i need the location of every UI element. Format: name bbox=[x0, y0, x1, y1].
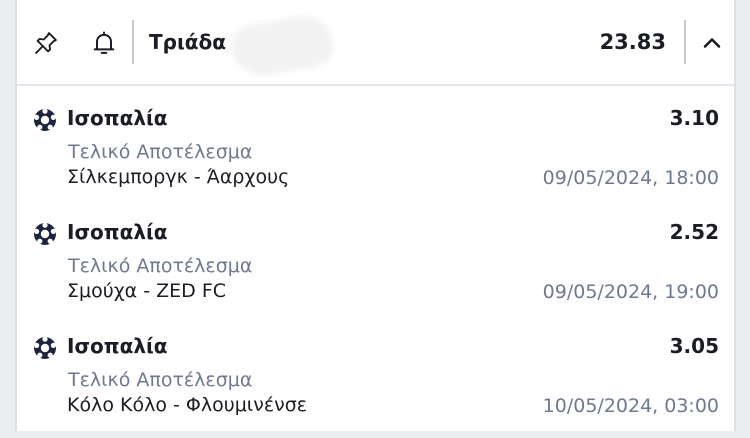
selection-datetime: 09/05/2024, 18:00 bbox=[542, 167, 719, 189]
selection-datetime: 10/05/2024, 03:00 bbox=[542, 395, 719, 417]
soccer-ball-icon bbox=[33, 108, 57, 132]
bet-slip-header: Τριάδα 23.83 bbox=[17, 0, 734, 86]
selection-outcome: Ισοπαλία bbox=[67, 334, 168, 358]
chevron-up-icon[interactable] bbox=[695, 26, 729, 60]
selection-outcome: Ισοπαλία bbox=[67, 220, 168, 244]
selection-market: Τελικό Αποτέλεσμα bbox=[68, 141, 253, 163]
selection-match: Σμούχα - ZED FC bbox=[67, 280, 227, 302]
selection-odds: 3.05 bbox=[669, 334, 719, 358]
selection-market: Τελικό Αποτέλεσμα bbox=[68, 369, 253, 391]
header-divider-left bbox=[132, 20, 134, 64]
selection-odds: 2.52 bbox=[669, 220, 719, 244]
soccer-ball-icon bbox=[33, 336, 57, 360]
selection-datetime: 09/05/2024, 19:00 bbox=[542, 281, 719, 303]
bell-icon[interactable] bbox=[87, 26, 121, 60]
bet-slip-card: Τριάδα 23.83 Ισοπαλία 3.10 Τελικό Αποτέλ… bbox=[15, 0, 736, 431]
selection-row[interactable]: Ισοπαλία 3.10 Τελικό Αποτέλεσμα Σίλκεμπο… bbox=[17, 96, 734, 210]
pin-icon[interactable] bbox=[29, 26, 63, 60]
selection-market: Τελικό Αποτέλεσμα bbox=[68, 255, 253, 277]
selection-odds: 3.10 bbox=[669, 106, 719, 130]
selection-match: Κόλο Κόλο - Φλουμινένσε bbox=[67, 394, 308, 416]
header-divider-right bbox=[684, 20, 686, 64]
selection-row[interactable]: Ισοπαλία 3.05 Τελικό Αποτέλεσμα Κόλο Κόλ… bbox=[17, 324, 734, 438]
bet-name: Τριάδα bbox=[149, 30, 226, 54]
selection-row[interactable]: Ισοπαλία 2.52 Τελικό Αποτέλεσμα Σμούχα -… bbox=[17, 210, 734, 324]
redaction-smudge bbox=[228, 11, 336, 81]
soccer-ball-icon bbox=[33, 222, 57, 246]
total-odds: 23.83 bbox=[599, 30, 666, 54]
selection-outcome: Ισοπαλία bbox=[67, 106, 168, 130]
selection-match: Σίλκεμποργκ - Άαρχους bbox=[67, 166, 290, 188]
